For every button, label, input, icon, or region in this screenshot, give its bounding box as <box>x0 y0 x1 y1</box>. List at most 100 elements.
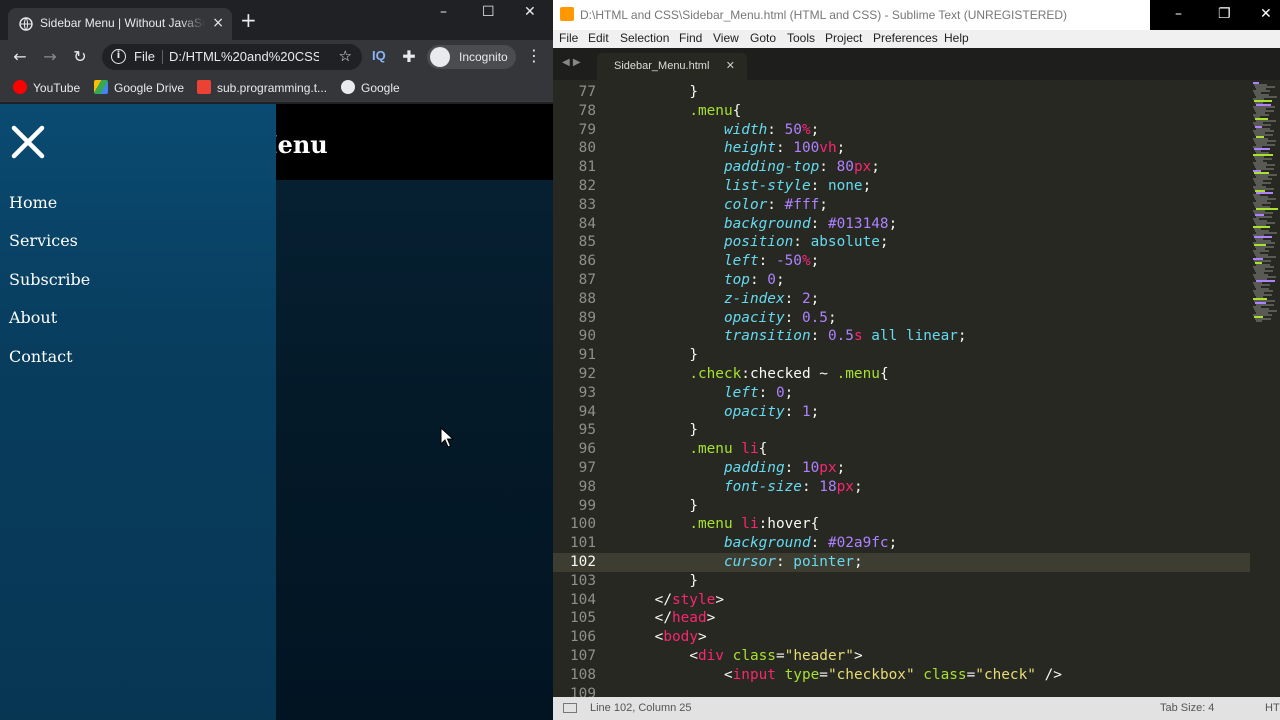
bookmark-star-icon[interactable]: ☆ <box>339 47 352 65</box>
tab-size[interactable]: Tab Size: 4 <box>1160 702 1214 714</box>
menu-find[interactable]: Find <box>679 31 702 45</box>
code-line[interactable]: 109 <box>553 685 1253 697</box>
code-line[interactable]: 99 } <box>553 497 1253 516</box>
code-line[interactable]: 101 background: #02a9fc; <box>553 534 1253 553</box>
menu-preferences[interactable]: Preferences <box>873 31 938 45</box>
close-window-icon[interactable]: ✕ <box>1260 6 1272 22</box>
code-line[interactable]: 106 <body> <box>553 628 1253 647</box>
editor-window: D:\HTML and CSS\Sidebar_Menu.html (HTML … <box>553 0 1280 720</box>
bookmark-google[interactable]: Google <box>341 80 400 96</box>
code-text: <div class="header"> <box>689 648 863 664</box>
code-line[interactable]: 92 .check:checked ~ .menu{ <box>553 365 1253 384</box>
back-icon[interactable]: ← <box>9 46 31 68</box>
close-icon[interactable] <box>10 124 46 160</box>
forward-icon[interactable]: → <box>39 46 61 68</box>
editor-tabbar: ◀ ▶ Sidebar_Menu.html ✕ <box>553 48 1280 80</box>
code-line[interactable]: 108 <input type="checkbox" class="check"… <box>553 666 1253 685</box>
line-number: 89 <box>578 309 596 326</box>
code-line[interactable]: 97 padding: 10px; <box>553 459 1253 478</box>
code-text: .menu li{ <box>689 441 768 458</box>
code-text: left: 0; <box>723 384 794 401</box>
code-line[interactable]: 95 } <box>553 421 1253 440</box>
menu-edit[interactable]: Edit <box>588 31 609 45</box>
code-line[interactable]: 98 font-size: 18px; <box>553 478 1253 497</box>
line-number: 96 <box>578 441 596 458</box>
maximize-icon[interactable]: ☐ <box>482 4 495 20</box>
menu-help[interactable]: Help <box>944 31 969 45</box>
bookmark-youtube[interactable]: YouTube <box>13 80 80 96</box>
code-line[interactable]: 82 list-style: none; <box>553 177 1253 196</box>
code-line[interactable]: 84 background: #013148; <box>553 215 1253 234</box>
line-number: 97 <box>578 460 596 476</box>
menu-selection[interactable]: Selection <box>620 31 669 45</box>
sidebar-menu: Home Services Subscribe About Contact <box>0 104 276 720</box>
menu-file[interactable]: File <box>559 31 578 45</box>
code-line[interactable]: 87 top: 0; <box>553 271 1253 290</box>
tab-close-icon[interactable]: × <box>212 15 224 31</box>
reload-icon[interactable]: ↻ <box>69 46 91 68</box>
minimize-icon[interactable]: – <box>1175 6 1182 22</box>
line-number: 82 <box>578 178 596 194</box>
code-line[interactable]: 85 position: absolute; <box>553 233 1253 252</box>
code-line[interactable]: 91 } <box>553 346 1253 365</box>
code-line[interactable]: 80 height: 100vh; <box>553 139 1253 158</box>
bookmark-gmail[interactable]: sub.programming.t... <box>197 80 327 96</box>
menu-item-about[interactable]: About <box>0 299 276 337</box>
panel-toggle-icon[interactable] <box>563 703 577 713</box>
menu-project[interactable]: Project <box>825 31 862 45</box>
code-line[interactable]: 96 .menu li{ <box>553 440 1253 459</box>
code-line[interactable]: 102 cursor: pointer; <box>553 553 1253 572</box>
code-line[interactable]: 107 <div class="header"> <box>553 647 1253 666</box>
code-line[interactable]: 104 </style> <box>553 591 1253 610</box>
menu-item-home[interactable]: Home <box>0 184 276 222</box>
code-line[interactable]: 90 transition: 0.5s all linear; <box>553 327 1253 346</box>
code-line[interactable]: 86 left: -50%; <box>553 252 1253 271</box>
new-tab-button[interactable]: + <box>240 10 257 30</box>
code-line[interactable]: 103 } <box>553 572 1253 591</box>
tab-close-icon[interactable]: ✕ <box>726 59 735 72</box>
youtube-icon <box>13 80 27 94</box>
browser-tab[interactable]: Sidebar Menu | Without JavaScript × <box>8 8 232 40</box>
code-line[interactable]: 94 opacity: 1; <box>553 403 1253 422</box>
url-text[interactable]: D:/HTML%20and%20CSS/Sidebar_Menu.html <box>169 49 319 64</box>
tab-nav-arrows-icon[interactable]: ◀ ▶ <box>562 57 581 68</box>
minimap[interactable] <box>1250 80 1280 697</box>
menu-item-contact[interactable]: Contact <box>0 338 276 376</box>
extensions-puzzle-icon[interactable]: ✚ <box>398 46 420 68</box>
code-text: .menu li:hover{ <box>689 516 820 533</box>
menu-item-subscribe[interactable]: Subscribe <box>0 261 276 299</box>
code-line[interactable]: 83 color: #fff; <box>553 196 1253 215</box>
line-number: 81 <box>578 159 596 176</box>
menu-tools[interactable]: Tools <box>787 31 815 45</box>
iq-extension-icon[interactable]: IQ <box>372 48 386 63</box>
menu-goto[interactable]: Goto <box>750 31 776 45</box>
bookmark-google-drive[interactable]: Google Drive <box>94 80 184 96</box>
code-line[interactable]: 105 </head> <box>553 609 1253 628</box>
menu-view[interactable]: View <box>713 31 739 45</box>
code-line[interactable]: 100 .menu li:hover{ <box>553 515 1253 534</box>
restore-icon[interactable]: ❐ <box>1218 6 1231 22</box>
code-editor[interactable]: 77 } 78 .menu{79 width: 50%; 80 height: 10… <box>553 80 1280 697</box>
code-line[interactable]: 93 left: 0; <box>553 384 1253 403</box>
incognito-badge[interactable]: Incognito <box>427 45 516 69</box>
address-bar[interactable]: i File D:/HTML%20and%20CSS/Sidebar_Menu.… <box>102 44 362 70</box>
line-number: 93 <box>578 384 596 401</box>
line-number: 94 <box>578 403 596 420</box>
syntax-mode[interactable]: HTML <box>1265 702 1280 714</box>
line-number: 104 <box>570 591 596 608</box>
line-number: 105 <box>570 610 596 627</box>
code-line[interactable]: 79 width: 50%; <box>553 121 1253 140</box>
line-number: 107 <box>570 648 596 664</box>
code-line[interactable]: 81 padding-top: 80px; <box>553 158 1253 177</box>
code-text: } <box>689 84 698 100</box>
code-line[interactable]: 89 opacity: 0.5; <box>553 309 1253 328</box>
editor-tab[interactable]: Sidebar_Menu.html ✕ <box>597 53 747 80</box>
close-window-icon[interactable]: ✕ <box>524 4 536 20</box>
minimize-icon[interactable]: – <box>440 4 447 20</box>
info-icon[interactable]: i <box>111 49 126 64</box>
code-line[interactable]: 78 .menu{ <box>553 102 1253 121</box>
code-line[interactable]: 77 } <box>553 83 1253 102</box>
menu-item-services[interactable]: Services <box>0 222 276 260</box>
more-menu-icon[interactable]: ⋮ <box>526 46 542 65</box>
code-line[interactable]: 88 z-index: 2; <box>553 290 1253 309</box>
